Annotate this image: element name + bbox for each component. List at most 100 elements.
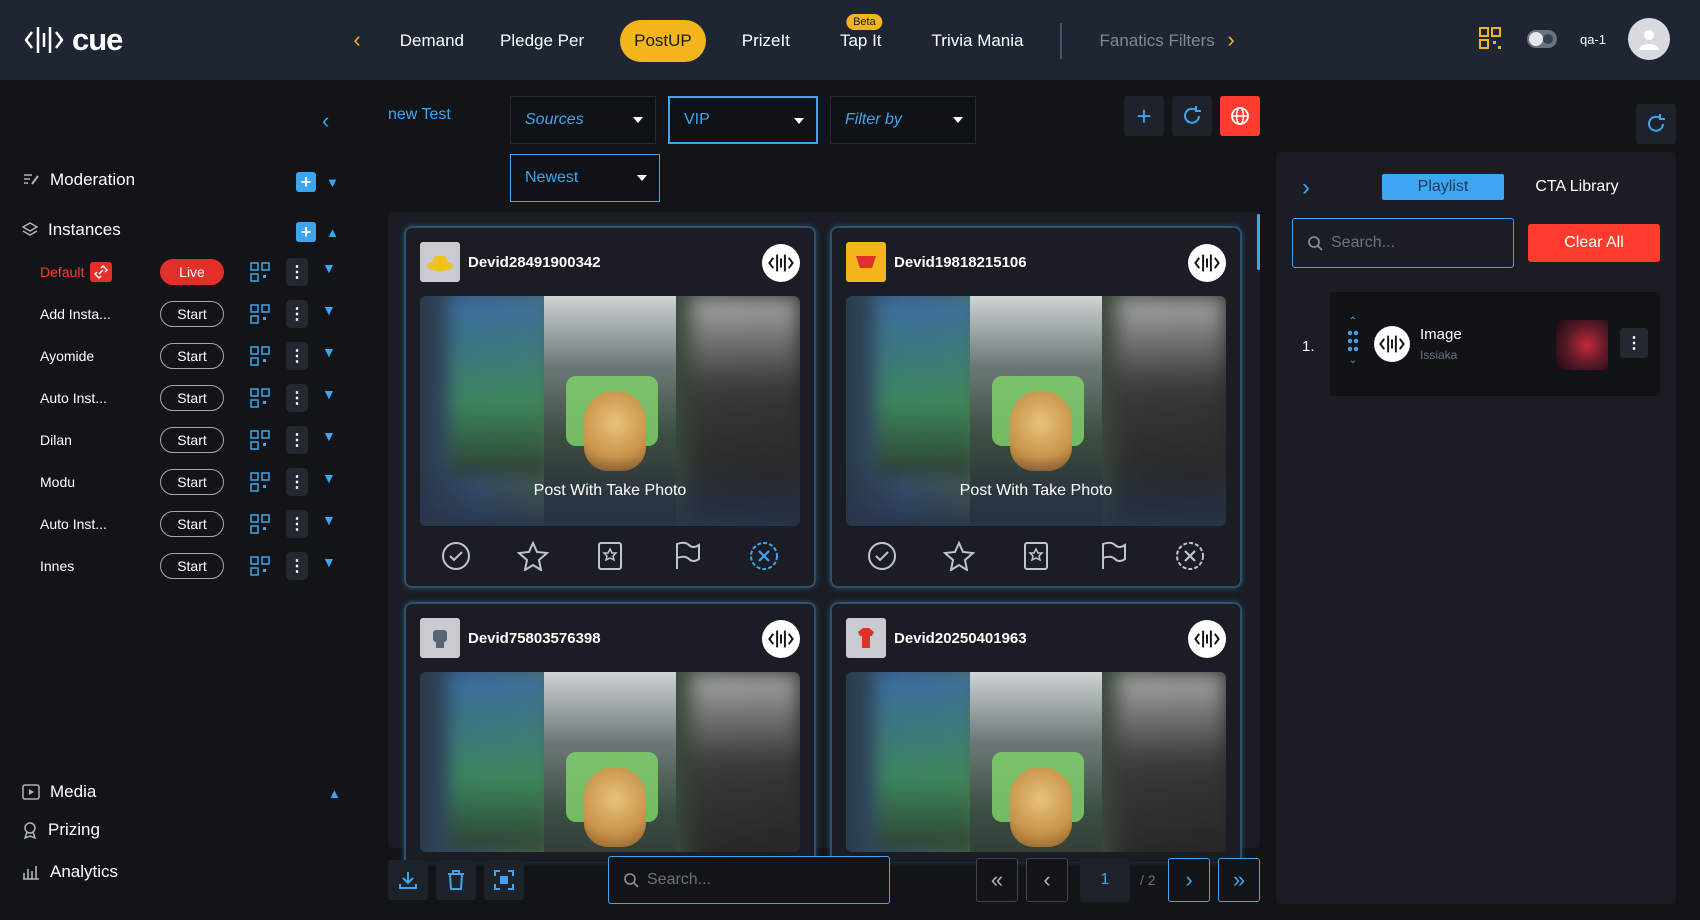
- flag-button[interactable]: [669, 538, 705, 574]
- analytics-section[interactable]: Analytics: [22, 862, 118, 882]
- flag-button[interactable]: [1095, 538, 1131, 574]
- instance-row[interactable]: Add Insta... Start ⋮ ▼: [40, 300, 340, 328]
- start-button[interactable]: Start: [160, 511, 224, 537]
- chevron-down-icon[interactable]: ▼: [322, 470, 336, 486]
- download-button[interactable]: [388, 860, 428, 900]
- instance-row-default[interactable]: Default Live ⋮ ▼: [40, 258, 340, 286]
- refresh-button[interactable]: [1172, 96, 1212, 136]
- bookmark-button[interactable]: [592, 538, 628, 574]
- qr-code-icon[interactable]: [250, 262, 270, 282]
- chevron-up-icon[interactable]: ▲: [328, 786, 341, 801]
- start-button[interactable]: Start: [160, 469, 224, 495]
- nav-next-arrow-icon[interactable]: ›: [1220, 27, 1242, 52]
- post-image[interactable]: [846, 672, 1226, 852]
- row-menu-button[interactable]: ⋮: [286, 552, 308, 580]
- next-page-button[interactable]: ›: [1168, 858, 1210, 902]
- reject-button[interactable]: [1172, 538, 1208, 574]
- row-menu-button[interactable]: ⋮: [286, 300, 308, 328]
- tab-postup[interactable]: PostUP: [620, 20, 706, 62]
- post-card[interactable]: Devid20250401963: [830, 602, 1242, 862]
- cue-logo[interactable]: cue: [24, 22, 123, 58]
- post-card[interactable]: Devid75803576398: [404, 602, 816, 862]
- chevron-down-icon[interactable]: ▼: [322, 260, 336, 276]
- sources-dropdown[interactable]: Sources: [510, 96, 656, 144]
- globe-button[interactable]: [1220, 96, 1260, 136]
- post-card[interactable]: Devid19818215106 Post With Take Photo: [830, 226, 1242, 588]
- approve-button[interactable]: [438, 538, 474, 574]
- start-button[interactable]: Start: [160, 343, 224, 369]
- tab-playlist[interactable]: Playlist: [1382, 174, 1504, 200]
- instance-row[interactable]: Auto Inst... Start ⋮ ▼: [40, 510, 340, 538]
- playlist-item[interactable]: ⌃ ⌄ Image Issiaka ⋮: [1330, 292, 1660, 396]
- collapse-sidebar-icon[interactable]: ‹: [322, 108, 329, 134]
- post-image[interactable]: [420, 672, 800, 852]
- cue-logo-icon[interactable]: [1188, 244, 1226, 282]
- last-page-button[interactable]: »: [1218, 858, 1260, 902]
- chevron-down-icon[interactable]: ▼: [326, 175, 339, 190]
- select-all-button[interactable]: [484, 860, 524, 900]
- star-button[interactable]: [941, 538, 977, 574]
- live-button[interactable]: Live: [160, 259, 224, 285]
- star-button[interactable]: [515, 538, 551, 574]
- media-section[interactable]: Media: [22, 782, 96, 802]
- instances-section[interactable]: Instances: [22, 220, 121, 240]
- cue-logo-icon[interactable]: [762, 620, 800, 658]
- qr-code-icon[interactable]: [250, 346, 270, 366]
- post-card[interactable]: Devid28491900342 Post With Take Photo: [404, 226, 816, 588]
- vip-dropdown[interactable]: VIP: [668, 96, 818, 144]
- moderation-section[interactable]: Moderation: [22, 170, 135, 190]
- row-menu-button[interactable]: ⋮: [286, 342, 308, 370]
- tab-prizeit[interactable]: PrizeIt: [728, 20, 804, 62]
- post-search-input[interactable]: Search...: [608, 856, 890, 904]
- qr-code-icon[interactable]: [1478, 26, 1504, 52]
- playlist-item-menu-button[interactable]: ⋮: [1620, 328, 1648, 358]
- reject-button[interactable]: [746, 538, 782, 574]
- tab-trivia-mania[interactable]: Trivia Mania: [918, 20, 1038, 62]
- post-image[interactable]: Post With Take Photo: [420, 296, 800, 526]
- filter-by-dropdown[interactable]: Filter by: [830, 96, 976, 144]
- playlist-search-input[interactable]: Search...: [1292, 218, 1514, 268]
- chevron-down-icon[interactable]: ▼: [322, 512, 336, 528]
- start-button[interactable]: Start: [160, 301, 224, 327]
- start-button[interactable]: Start: [160, 385, 224, 411]
- row-menu-button[interactable]: ⋮: [286, 384, 308, 412]
- instance-row[interactable]: Auto Inst... Start ⋮ ▼: [40, 384, 340, 412]
- theme-toggle-icon[interactable]: [1526, 29, 1558, 49]
- start-button[interactable]: Start: [160, 553, 224, 579]
- add-moderation-button[interactable]: +: [296, 172, 316, 192]
- prev-page-button[interactable]: ‹: [1026, 858, 1068, 902]
- chevron-down-icon[interactable]: ▼: [322, 428, 336, 444]
- row-menu-button[interactable]: ⋮: [286, 468, 308, 496]
- playlist-thumbnail[interactable]: [1556, 320, 1608, 370]
- instance-row[interactable]: Ayomide Start ⋮ ▼: [40, 342, 340, 370]
- post-image[interactable]: Post With Take Photo: [846, 296, 1226, 526]
- add-instance-button[interactable]: +: [296, 222, 316, 242]
- chevron-down-icon[interactable]: ▼: [322, 386, 336, 402]
- chevron-down-icon[interactable]: ▼: [322, 344, 336, 360]
- tab-fanatics-filters[interactable]: Fanatics Filters: [1086, 20, 1229, 62]
- row-menu-button[interactable]: ⋮: [286, 510, 308, 538]
- chevron-down-icon[interactable]: ▼: [322, 554, 336, 570]
- tab-tap-it[interactable]: Beta Tap It: [826, 14, 896, 62]
- grid-scrollbar[interactable]: [1257, 214, 1260, 270]
- tab-cta-library[interactable]: CTA Library: [1522, 174, 1632, 200]
- instance-row[interactable]: Dilan Start ⋮ ▼: [40, 426, 340, 454]
- start-button[interactable]: Start: [160, 427, 224, 453]
- drag-handle-icon[interactable]: ⌃ ⌄: [1346, 316, 1360, 366]
- add-button[interactable]: +: [1124, 96, 1164, 136]
- qr-code-icon[interactable]: [250, 472, 270, 492]
- user-avatar[interactable]: [1628, 18, 1670, 60]
- qr-code-icon[interactable]: [250, 388, 270, 408]
- instance-row[interactable]: Modu Start ⋮ ▼: [40, 468, 340, 496]
- bookmark-button[interactable]: [1018, 538, 1054, 574]
- current-page[interactable]: 1: [1080, 858, 1130, 902]
- tab-demand[interactable]: Demand: [380, 20, 464, 62]
- row-menu-button[interactable]: ⋮: [286, 426, 308, 454]
- row-menu-button[interactable]: ⋮: [286, 258, 308, 286]
- refresh-playlist-button[interactable]: [1636, 104, 1676, 144]
- clear-all-button[interactable]: Clear All: [1528, 224, 1660, 262]
- qr-code-icon[interactable]: [250, 556, 270, 576]
- tab-pledge-per[interactable]: Pledge Per: [486, 20, 598, 62]
- chevron-up-icon[interactable]: ▲: [326, 225, 339, 240]
- cue-logo-icon[interactable]: [1188, 620, 1226, 658]
